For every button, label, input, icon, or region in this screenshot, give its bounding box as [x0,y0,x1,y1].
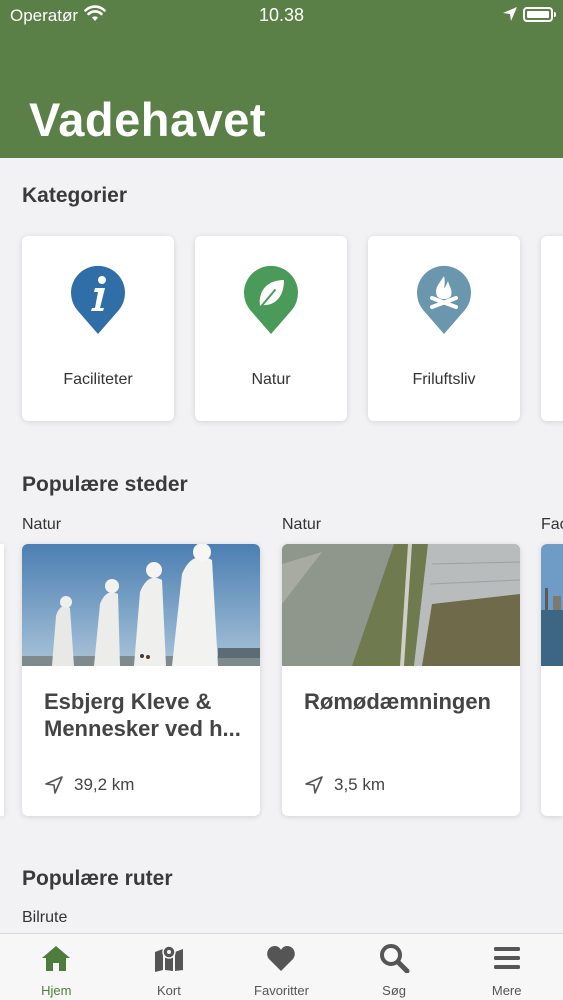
tab-favoritter[interactable]: Favoritter [225,934,338,1000]
place-card-esbjerg[interactable]: Esbjerg Kleve & Mennesker ved h... 39,2 … [22,544,260,816]
tab-label: Favoritter [254,983,309,998]
place-category-label: Natur [22,516,62,533]
place-distance: 39,2 km [74,775,135,794]
popular-places-heading: Populære steder [22,473,188,496]
place-card-partial-right[interactable] [541,544,563,816]
search-icon [380,944,410,973]
tab-hjem[interactable]: Hjem [0,934,113,1000]
categories-heading: Kategorier [22,184,128,207]
tab-sog[interactable]: Søg [338,934,451,1000]
campfire-pin-icon [417,265,471,334]
menu-icon [493,947,520,969]
place-name: Rømødæmningen [304,689,491,714]
clock: 10.38 [258,5,305,25]
tab-mere[interactable]: Mere [450,934,563,1000]
heart-icon [267,946,296,971]
app-header: Operatør 10.38 Vadehavet [0,0,563,158]
place-card-romodaemningen[interactable]: Rømødæmningen 3,5 km [282,544,520,816]
page-title: Vadehavet [29,93,267,146]
place-distance: 3,5 km [334,775,386,794]
place-name: Esbjerg Kleve & Mennesker ved h... [44,689,241,741]
category-label: Faciliteter [63,371,133,388]
place-photo [541,544,563,666]
navigation-arrow-icon [45,776,63,794]
place-category-label: Natur [282,516,322,533]
popular-routes-heading: Populære ruter [22,867,173,890]
navigation-arrow-icon [305,776,323,794]
category-label: Natur [251,371,291,388]
category-card-partial[interactable] [541,236,563,421]
map-icon [154,945,183,972]
battery-icon [523,7,556,22]
tab-label: Hjem [41,983,72,998]
category-label: Friluftsliv [412,371,476,388]
info-pin-icon [71,265,125,334]
place-category-label: Fac [541,516,563,533]
home-icon [42,946,71,971]
category-card-natur[interactable]: Natur [195,236,347,421]
place-photo [22,544,260,666]
leaf-pin-icon [244,265,298,334]
category-card-friluftsliv[interactable]: Friluftsliv [368,236,520,421]
tab-label: Søg [382,983,407,998]
tab-label: Mere [491,983,522,998]
route-category-label: Bilrute [22,909,68,926]
tab-bar: Hjem Kort Favoritter Søg Mere [0,933,563,1000]
status-bar: Operatør 10.38 [0,0,563,30]
location-arrow-icon [503,7,517,21]
place-card-partial-left[interactable] [0,544,4,816]
tab-kort[interactable]: Kort [113,934,226,1000]
place-photo [282,544,520,666]
category-card-faciliteter[interactable]: Faciliteter [22,236,174,421]
tab-label: Kort [156,983,181,998]
